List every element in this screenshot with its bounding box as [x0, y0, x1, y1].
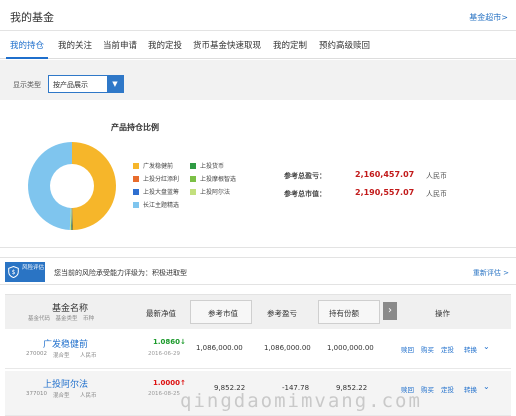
nav-date: 2016-06-29 [148, 351, 180, 357]
svg-text:$: $ [12, 269, 16, 276]
fixed-invest-button[interactable]: 定投 [441, 384, 454, 394]
chart-title: 产品持仓比例 [111, 123, 159, 132]
holdings-table-header: 基金名称 基金代码 基金类型 币种 最新净值 参考市值 参考盈亏 持有份额 › … [5, 294, 511, 329]
legend-item: 长江主题精选 [133, 200, 179, 209]
total-value-value: 2,190,557.07 [355, 188, 415, 197]
page-title: 我的基金 [10, 11, 54, 24]
legend-swatch [190, 189, 196, 195]
nav-date: 2016-08-25 [148, 391, 180, 397]
chevron-right-icon[interactable]: › [383, 302, 397, 320]
fund-supermarket-link[interactable]: 基金超市> [469, 12, 508, 23]
legend-item: 上投摩根智选 [190, 174, 236, 183]
fund-currency: 人民币 [80, 393, 97, 399]
legend-swatch [190, 176, 196, 182]
holdings-donut-chart [27, 142, 117, 230]
risk-badge-label: 风险评估 [22, 265, 45, 271]
active-tab-indicator [6, 57, 48, 59]
convert-button[interactable]: 转换 [464, 384, 477, 394]
chevron-down-icon[interactable]: ⌄ [483, 382, 490, 391]
display-type-select[interactable]: 按产品展示 ▼ [48, 75, 124, 93]
total-value-unit: 人民币 [426, 190, 447, 198]
display-type-value: 按产品展示 [53, 81, 88, 89]
chevron-down-icon[interactable]: ▼ [107, 76, 123, 92]
table-row: 广发稳健前 270002 混合型 人民币 1.0860↓ 2016-06-29 … [5, 329, 511, 369]
total-profit-unit: 人民币 [426, 172, 447, 180]
watermark: qingdaomimvang.com [180, 390, 422, 412]
total-profit-label: 参考总盈亏： [284, 172, 326, 180]
buy-button[interactable]: 购买 [421, 344, 434, 354]
legend-item: 上投阿尔法 [190, 187, 230, 196]
col-profit[interactable]: 参考盈亏 [267, 308, 297, 319]
fund-type: 混合型 [53, 353, 70, 359]
col-fund-sub: 基金代码 基金类型 币种 [28, 316, 95, 322]
pie-slice-广发稳健前 [72, 142, 117, 230]
col-latest-nav: 最新净值 [146, 309, 176, 318]
filter-bar: 显示类型 按产品展示 ▼ [0, 60, 516, 100]
page-header: 我的基金 基金超市> [0, 0, 516, 31]
tab-my-customization[interactable]: 我的定制 [273, 39, 307, 51]
latest-nav: 1.0000↑ [153, 379, 186, 387]
pie-slice-长江主题精选 [27, 142, 73, 230]
fund-code: 377010 [26, 391, 47, 397]
legend-item: 上投大盘蓝筹 [133, 187, 179, 196]
tab-my-fixed-investment[interactable]: 我的定投 [148, 39, 182, 51]
legend-item: 上投货币 [190, 161, 224, 170]
chevron-down-icon[interactable]: ⌄ [483, 342, 490, 351]
legend-item: 广发稳健前 [133, 161, 173, 170]
total-profit-value: 2,160,457.07 [355, 170, 415, 179]
redeem-button[interactable]: 赎回 [401, 344, 414, 354]
tab-my-holdings[interactable]: 我的持仓 [10, 39, 44, 51]
tab-my-watchlist[interactable]: 我的关注 [58, 39, 92, 51]
shield-icon: $ [8, 266, 19, 278]
display-type-label: 显示类型 [13, 81, 41, 89]
fund-code: 270002 [26, 351, 47, 357]
tab-advanced-redemption[interactable]: 预约高级赎回 [319, 39, 370, 51]
shares-value: 1,000,000.00 [327, 344, 374, 352]
risk-level-text: 您当前的风险承受能力评级为：积极进取型 [54, 269, 187, 277]
risk-badge: $ 风险评估 [5, 262, 45, 282]
reassess-link[interactable]: 重新评估 > [473, 268, 509, 278]
convert-button[interactable]: 转换 [464, 344, 477, 354]
tab-money-fund-fast-withdraw[interactable]: 货币基金快速取现 [193, 39, 261, 51]
col-shares[interactable]: 持有份额 [329, 308, 359, 319]
col-market-value[interactable]: 参考市值 [208, 308, 238, 319]
latest-nav: 1.0860↓ [153, 338, 186, 346]
legend-swatch [133, 163, 139, 169]
fund-name-link[interactable]: 上投阿尔法 [43, 377, 88, 390]
buy-button[interactable]: 购买 [421, 384, 434, 394]
total-value-label: 参考总市值： [284, 190, 326, 198]
market-value: 1,086,000.00 [196, 344, 243, 352]
tab-current-requests[interactable]: 当前申请 [103, 39, 137, 51]
col-operations: 操作 [435, 309, 450, 318]
legend-swatch [133, 189, 139, 195]
col-fund-name: 基金名称 [52, 304, 89, 314]
legend-swatch [190, 163, 196, 169]
profit-value: 1,086,000.00 [264, 344, 311, 352]
tab-bar: 我的持仓 我的关注 当前申请 我的定投 货币基金快速取现 我的定制 预约高级赎回 [0, 31, 516, 59]
legend-item: 上投分红添利 [133, 174, 179, 183]
risk-assessment-bar: $ 风险评估 您当前的风险承受能力评级为：积极进取型 重新评估 > [0, 257, 516, 285]
fund-name-link[interactable]: 广发稳健前 [43, 337, 88, 350]
fixed-invest-button[interactable]: 定投 [441, 344, 454, 354]
fund-type: 混合型 [53, 393, 70, 399]
holdings-chart-panel: 产品持仓比例 广发稳健前 上投货币 上投分红添利 上投摩根智选 上投大盘蓝筹 上… [0, 100, 516, 248]
fund-currency: 人民币 [80, 353, 97, 359]
legend-swatch [133, 202, 139, 208]
legend-swatch [133, 176, 139, 182]
